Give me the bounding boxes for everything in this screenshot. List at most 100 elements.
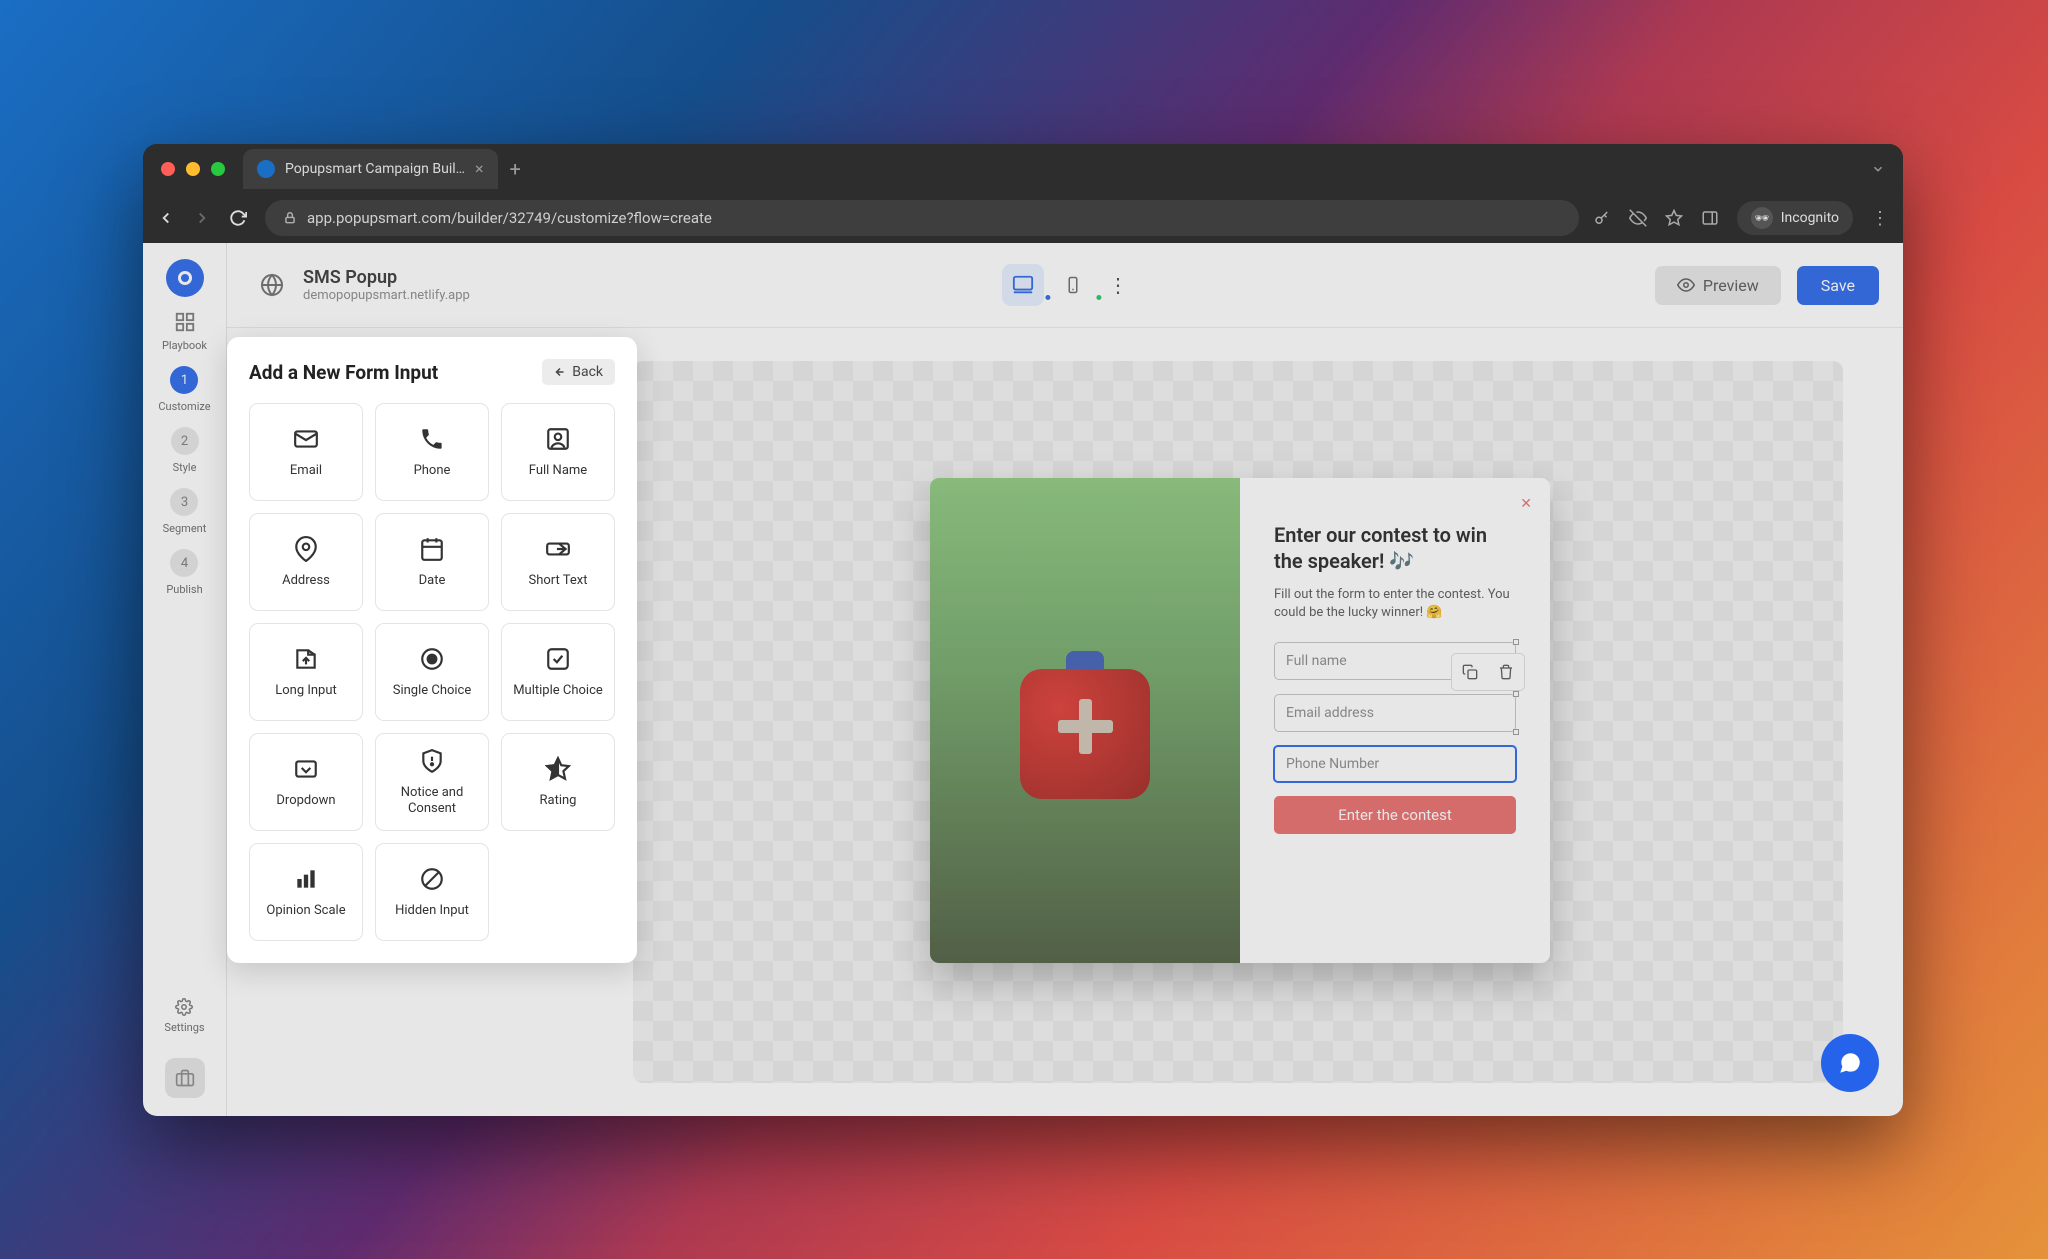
checkbox-icon (544, 645, 572, 673)
card-longinput[interactable]: Long Input (249, 623, 363, 721)
tabs-dropdown-icon[interactable] (1871, 162, 1885, 176)
settings-button[interactable]: Settings (164, 998, 204, 1034)
mobile-icon (1064, 274, 1082, 296)
step-publish[interactable]: 4 Publish (166, 549, 202, 596)
card-opinion[interactable]: Opinion Scale (249, 843, 363, 941)
globe-button[interactable] (251, 264, 293, 306)
card-phone-label: Phone (408, 463, 457, 479)
add-input-popover: Add a New Form Input Back Email Phone F (227, 337, 637, 963)
traffic-lights (161, 162, 225, 176)
email-field[interactable]: Email address (1274, 694, 1516, 732)
forward-icon[interactable] (193, 209, 215, 227)
maximize-window-button[interactable] (211, 162, 225, 176)
shield-icon (418, 747, 446, 775)
field-toolbar (1451, 653, 1525, 691)
preview-canvas: ✕ Enter our contest to win the speaker! … (633, 361, 1843, 1083)
step-circle-3: 3 (170, 488, 198, 516)
speaker-illustration (1020, 641, 1150, 801)
popover-title: Add a New Form Input (249, 361, 438, 384)
user-box-icon (544, 425, 572, 453)
minimize-window-button[interactable] (186, 162, 200, 176)
globe-icon (260, 273, 284, 297)
panel-icon[interactable] (1701, 209, 1719, 227)
more-options-icon[interactable]: ⋮ (1108, 273, 1128, 297)
duplicate-button[interactable] (1452, 654, 1488, 690)
submit-button[interactable]: Enter the contest (1274, 796, 1516, 834)
close-window-button[interactable] (161, 162, 175, 176)
card-notice-label: Notice and Consent (376, 785, 488, 816)
device-toggle: ⋮ (1002, 264, 1128, 306)
desktop-view-button[interactable] (1002, 264, 1044, 306)
card-rating[interactable]: Rating (501, 733, 615, 831)
url-actions: 🕶 Incognito ⋮ (1593, 201, 1889, 235)
input-types-grid: Email Phone Full Name Address Date (249, 403, 615, 941)
popup-heading[interactable]: Enter our contest to win the speaker! 🎶 (1274, 522, 1516, 574)
card-phone[interactable]: Phone (375, 403, 489, 501)
arrow-left-icon (554, 366, 566, 378)
phone-field[interactable]: Phone Number (1273, 745, 1517, 783)
save-button[interactable]: Save (1797, 266, 1879, 305)
delete-button[interactable] (1488, 654, 1524, 690)
save-label: Save (1821, 276, 1855, 295)
title-block: SMS Popup demopopupsmart.netlify.app (303, 267, 470, 303)
campaign-title: SMS Popup (303, 267, 470, 288)
step-circle-1: 1 (170, 366, 198, 394)
chat-launcher[interactable] (1821, 1034, 1879, 1092)
popup-close-button[interactable]: ✕ (1520, 496, 1532, 512)
copy-icon (1462, 664, 1478, 680)
back-button[interactable]: Back (542, 359, 615, 385)
card-hidden[interactable]: Hidden Input (375, 843, 489, 941)
key-icon[interactable] (1593, 209, 1611, 227)
app-logo[interactable] (166, 259, 204, 297)
card-date-label: Date (413, 573, 452, 589)
step-circle-4: 4 (170, 549, 198, 577)
star-icon[interactable] (1665, 209, 1683, 227)
hidden-icon (418, 865, 446, 893)
settings-label: Settings (164, 1021, 204, 1034)
desktop-icon (1012, 274, 1034, 296)
export-icon (292, 645, 320, 673)
eye-icon (1677, 276, 1695, 294)
pin-icon (292, 535, 320, 563)
popup-image-panel (930, 478, 1240, 963)
step-style[interactable]: 2 Style (171, 427, 199, 474)
briefcase-button[interactable] (165, 1058, 205, 1098)
dropdown-icon (292, 755, 320, 783)
rail-playbook[interactable]: Playbook (162, 311, 207, 352)
fullname-placeholder: Full name (1286, 653, 1347, 669)
card-address[interactable]: Address (249, 513, 363, 611)
url-field[interactable]: app.popupsmart.com/builder/32749/customi… (265, 200, 1579, 236)
browser-window: Popupsmart Campaign Builder × + app.popu… (143, 144, 1903, 1116)
card-singlechoice[interactable]: Single Choice (375, 623, 489, 721)
tab-close-icon[interactable]: × (475, 159, 484, 178)
preview-button[interactable]: Preview (1655, 266, 1781, 305)
popup-description[interactable]: Fill out the form to enter the contest. … (1274, 586, 1516, 622)
step-label-1: Customize (158, 400, 210, 413)
step-label-2: Style (173, 461, 197, 474)
eye-off-icon[interactable] (1629, 209, 1647, 227)
step-customize[interactable]: 1 Customize (158, 366, 210, 413)
back-icon[interactable] (157, 209, 179, 227)
incognito-icon: 🕶 (1751, 207, 1773, 229)
browser-tab[interactable]: Popupsmart Campaign Builder × (243, 149, 498, 189)
card-multichoice[interactable]: Multiple Choice (501, 623, 615, 721)
card-fullname[interactable]: Full Name (501, 403, 615, 501)
gear-icon (175, 998, 193, 1016)
incognito-badge[interactable]: 🕶 Incognito (1737, 201, 1853, 235)
card-dropdown-label: Dropdown (270, 793, 341, 809)
cta-label: Enter the contest (1338, 806, 1452, 824)
playbook-label: Playbook (162, 339, 207, 352)
new-tab-button[interactable]: + (510, 157, 521, 181)
reload-icon[interactable] (229, 209, 251, 227)
campaign-domain: demopopupsmart.netlify.app (303, 288, 470, 303)
device-indicators (1045, 295, 1101, 300)
step-segment[interactable]: 3 Segment (163, 488, 207, 535)
card-shorttext[interactable]: Short Text (501, 513, 615, 611)
card-dropdown[interactable]: Dropdown (249, 733, 363, 831)
kebab-menu-icon[interactable]: ⋮ (1871, 208, 1889, 229)
app-header: SMS Popup demopopupsmart.netlify.app ⋮ (227, 243, 1903, 328)
briefcase-icon (175, 1068, 195, 1088)
card-date[interactable]: Date (375, 513, 489, 611)
card-email[interactable]: Email (249, 403, 363, 501)
card-notice[interactable]: Notice and Consent (375, 733, 489, 831)
